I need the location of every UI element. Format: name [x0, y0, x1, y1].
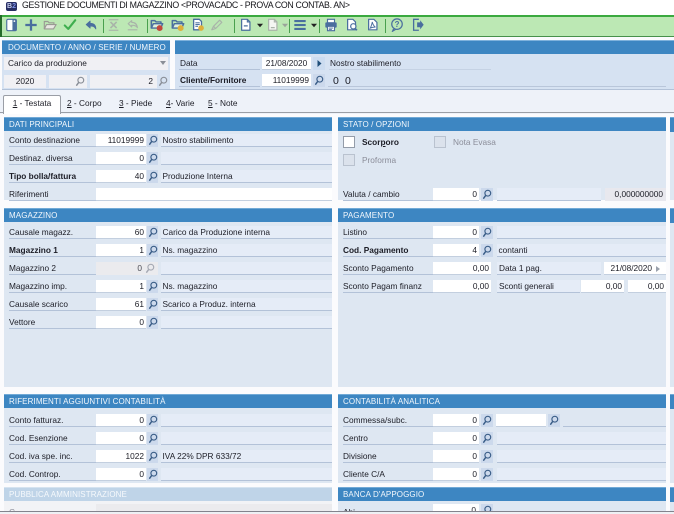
svg-text:?: ?	[395, 20, 400, 29]
